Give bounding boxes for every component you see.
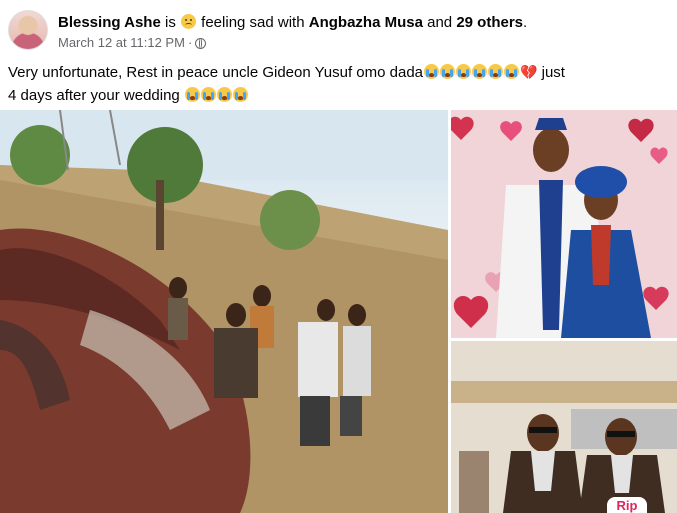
rip-badge: Rip <box>607 497 647 513</box>
crying-emoji-icon <box>184 87 200 102</box>
post-meta: March 12 at 11:12 PM · <box>58 35 207 50</box>
crying-emoji-icon <box>440 64 456 79</box>
crying-emoji-icon <box>488 64 504 79</box>
author-name[interactable]: Blessing Ashe <box>58 14 161 31</box>
sad-emoji-icon <box>181 14 196 29</box>
accident-photo-art <box>0 110 448 513</box>
crying-emoji-icon <box>504 64 520 79</box>
meta-separator: · <box>187 35 193 50</box>
caption-text: Very unfortunate, Rest in peace uncle Gi… <box>8 64 424 81</box>
and-text: and <box>427 14 453 31</box>
post-headline: Blessing Ashe is feeling sad with Angbaz… <box>58 14 527 32</box>
author-avatar[interactable] <box>8 10 48 50</box>
crying-emoji-icon <box>200 87 216 102</box>
crying-emoji-icon <box>472 64 488 79</box>
photo-grid: Rip <box>0 110 677 513</box>
globe-icon[interactable] <box>195 38 207 49</box>
feeling-text: feeling sad with <box>201 14 305 31</box>
post-timestamp[interactable]: March 12 at 11:12 PM <box>58 35 185 50</box>
officers-photo[interactable]: Rip <box>451 341 677 513</box>
couple-photo[interactable] <box>451 110 677 338</box>
others-link[interactable]: 29 others <box>456 14 523 31</box>
crying-emoji-icon <box>424 64 440 79</box>
crying-emoji-icon <box>456 64 472 79</box>
post-header: Blessing Ashe is feeling sad with Angbaz… <box>8 10 669 54</box>
broken-heart-icon: 💔 <box>520 64 538 80</box>
is-text: is <box>164 14 176 31</box>
crying-emoji-icon <box>216 87 232 102</box>
officers-photo-art <box>451 341 677 513</box>
couple-photo-art <box>451 110 677 338</box>
accident-photo[interactable] <box>0 110 448 513</box>
crying-emoji-icon <box>232 87 248 102</box>
post-caption: Very unfortunate, Rest in peace uncle Gi… <box>8 61 568 107</box>
headline-period: . <box>523 14 528 31</box>
tagged-person[interactable]: Angbazha Musa <box>309 14 423 31</box>
